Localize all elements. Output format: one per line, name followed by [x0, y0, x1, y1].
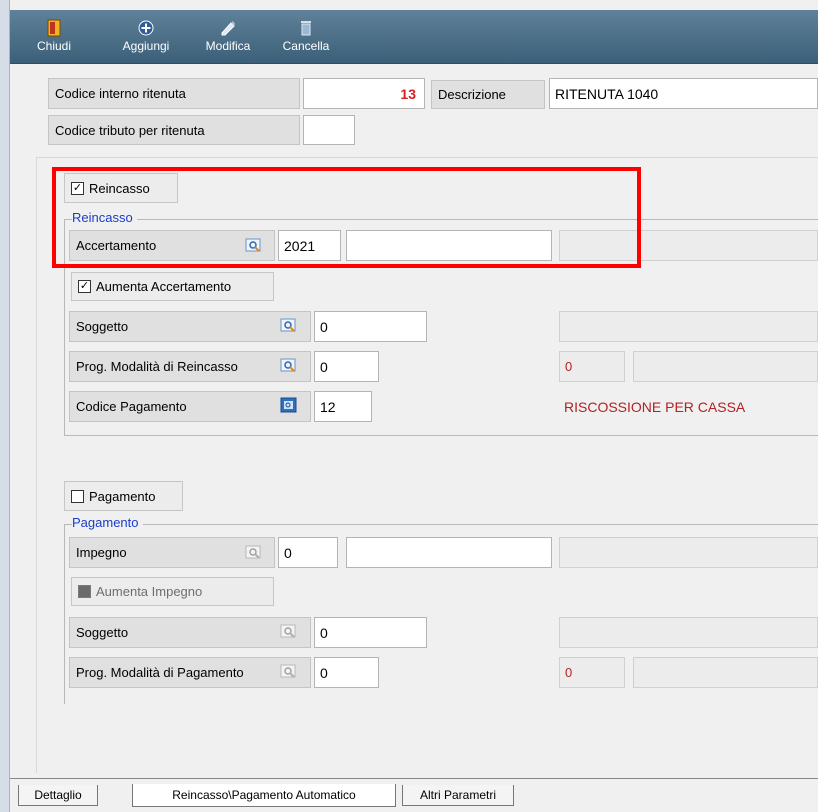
modifica-button[interactable]: Modifica — [198, 10, 258, 64]
pagamento-soggetto-desc-box — [559, 617, 818, 648]
search-lookup-icon-disabled — [245, 544, 263, 561]
left-strip — [0, 0, 10, 812]
search-lookup-icon[interactable] — [280, 317, 298, 334]
pagamento-soggetto-label: Soggetto — [69, 617, 311, 648]
aumenta-impegno-checkbox[interactable]: Aumenta Impegno — [71, 577, 274, 606]
checkbox-checked-icon: ✓ — [78, 280, 91, 293]
aumenta-accertamento-checkbox[interactable]: ✓ Aumenta Accertamento — [71, 272, 274, 301]
prog-pagamento-field[interactable]: 0 — [314, 657, 379, 688]
codice-tributo-field[interactable] — [303, 115, 355, 145]
prog-reincasso-side-value: 0 — [559, 351, 625, 382]
prog-pagamento-side-value: 0 — [559, 657, 625, 688]
pagamento-soggetto-field[interactable]: 0 — [314, 617, 427, 648]
search-lookup-icon-disabled — [280, 663, 298, 680]
impegno-field[interactable]: 0 — [278, 537, 338, 568]
codice-pagamento-label: Codice Pagamento — [69, 391, 311, 422]
tab-dettaglio[interactable]: Dettaglio — [18, 785, 98, 806]
prog-reincasso-label: Prog. Modalità di Reincasso — [69, 351, 311, 382]
highlight-rectangle — [52, 167, 641, 268]
search-lookup-icon-disabled — [280, 623, 298, 640]
plus-icon — [138, 19, 154, 37]
search-lookup-icon[interactable] — [280, 357, 298, 374]
aggiungi-button[interactable]: Aggiungi — [118, 10, 174, 64]
impegno-numero-field[interactable] — [346, 537, 552, 568]
descrizione-field[interactable]: RITENUTA 1040 — [549, 78, 818, 109]
reincasso-soggetto-desc-box — [559, 311, 818, 342]
chiudi-button[interactable]: Chiudi — [36, 10, 72, 64]
reincasso-soggetto-field[interactable]: 0 — [314, 311, 427, 342]
tab-altri-parametri[interactable]: Altri Parametri — [402, 785, 514, 806]
lookup-list-icon[interactable] — [280, 397, 298, 414]
checkbox-disabled-icon — [78, 585, 91, 598]
trash-icon — [300, 19, 312, 37]
prog-pagamento-desc-box — [633, 657, 818, 688]
checkbox-unchecked-icon — [71, 489, 84, 503]
codice-pagamento-desc: RISCOSSIONE PER CASSA — [564, 398, 746, 415]
tab-reincasso-pagamento[interactable]: Reincasso\Pagamento Automatico — [132, 784, 396, 807]
codice-interno-field[interactable]: 13 — [303, 78, 425, 109]
codice-interno-label: Codice interno ritenuta — [48, 78, 300, 109]
cancella-button[interactable]: Cancella — [276, 10, 336, 64]
prog-pagamento-label: Prog. Modalità di Pagamento — [69, 657, 311, 688]
prog-reincasso-field[interactable]: 0 — [314, 351, 379, 382]
codice-tributo-label: Codice tributo per ritenuta — [48, 115, 300, 145]
prog-reincasso-desc-box — [633, 351, 818, 382]
pagamento-checkbox[interactable]: Pagamento — [64, 481, 183, 511]
tab-bar: Dettaglio Reincasso\Pagamento Automatico… — [10, 778, 818, 812]
pagamento-group-title: Pagamento — [72, 515, 143, 533]
codice-pagamento-field[interactable]: 12 — [314, 391, 372, 422]
descrizione-label: Descrizione — [431, 80, 545, 109]
toolbar: Chiudi Aggiungi Modifica Cancella — [10, 10, 818, 64]
door-icon — [47, 19, 61, 37]
reincasso-soggetto-label: Soggetto — [69, 311, 311, 342]
pencil-icon — [220, 19, 236, 37]
impegno-desc-box — [559, 537, 818, 568]
